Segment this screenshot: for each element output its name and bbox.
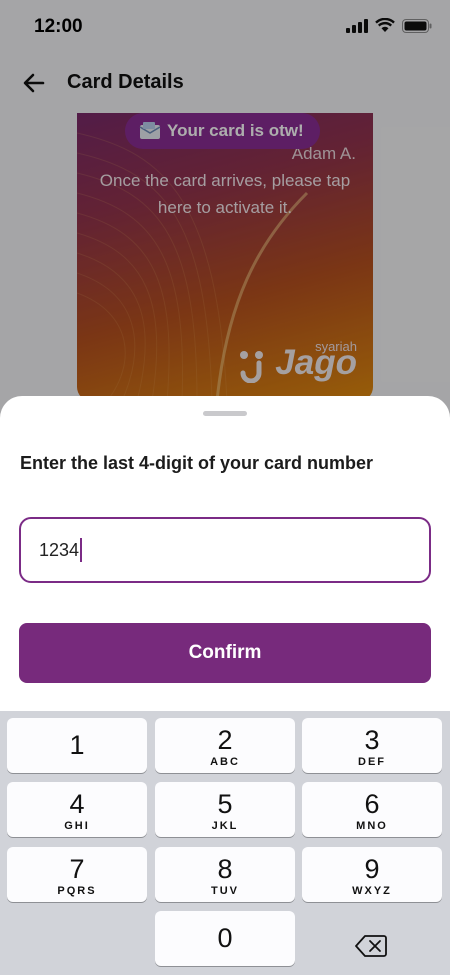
key-3[interactable]: 3 DEF [302,718,442,773]
backspace-key[interactable] [301,918,441,973]
text-caret [80,538,83,562]
key-4[interactable]: 4 GHI [7,782,147,837]
card-digits-value: 1234 [39,539,80,560]
confirm-button[interactable]: Confirm [19,623,431,683]
key-7[interactable]: 7 PQRS [7,847,147,902]
sheet-title: Enter the last 4-digit of your card numb… [20,453,374,473]
key-9[interactable]: 9 WXYZ [302,847,442,902]
key-2[interactable]: 2 ABC [155,718,295,773]
backspace-icon [355,934,387,957]
sheet-drag-handle[interactable] [203,411,247,416]
numeric-keypad: 1 2 ABC 3 DEF 4 GHI 5 JKL 6 MNO 7 PQRS 8… [0,711,450,975]
card-digits-input[interactable]: 1234 [19,517,431,583]
key-0[interactable]: 0 [155,911,295,966]
key-1[interactable]: 1 [7,718,147,773]
key-8[interactable]: 8 TUV [155,847,295,902]
key-5[interactable]: 5 JKL [155,782,295,837]
key-6[interactable]: 6 MNO [302,782,442,837]
